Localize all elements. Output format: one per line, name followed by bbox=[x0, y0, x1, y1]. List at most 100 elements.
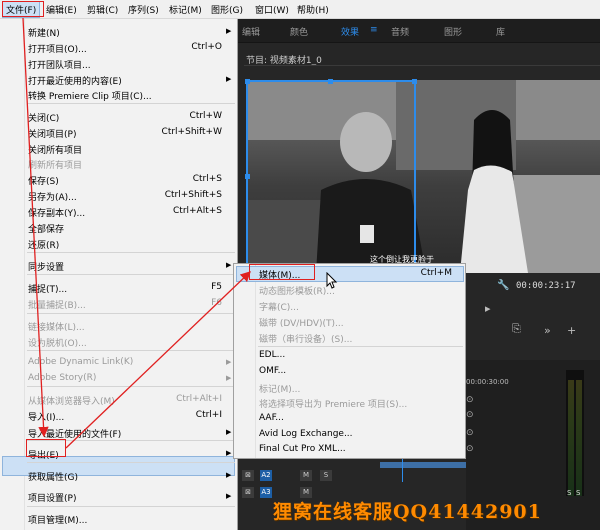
file-menu-item[interactable]: 同步设置 bbox=[28, 260, 64, 273]
export-frame-icon[interactable]: ⎘ bbox=[512, 322, 521, 336]
menu-shortcut: F6 bbox=[211, 298, 222, 308]
timeline-ruler[interactable]: 00:00:30:00 bbox=[466, 378, 509, 386]
meter-solo-right[interactable]: S bbox=[576, 489, 580, 497]
workspace-tabs: 编辑 颜色 效果 ≡ 音频 图形 库 bbox=[238, 19, 600, 43]
menu-shortcut: Ctrl+S bbox=[192, 174, 222, 184]
export-menu-item[interactable]: EDL... bbox=[259, 350, 285, 360]
audio-meter bbox=[566, 370, 584, 496]
file-menu-item[interactable]: 新建(N) bbox=[28, 26, 60, 39]
selection-bounding-box[interactable] bbox=[245, 79, 417, 273]
menu-clip[interactable]: 剪辑(C) bbox=[87, 3, 118, 16]
file-menu-item[interactable]: 打开团队项目... bbox=[28, 58, 91, 71]
file-menu-item[interactable]: 打开项目(O)... bbox=[28, 42, 87, 55]
export-menu-item[interactable]: Final Cut Pro XML... bbox=[259, 444, 346, 454]
file-menu-item[interactable]: Adobe Story(R) bbox=[28, 373, 96, 383]
submenu-arrow-icon: ▶ bbox=[226, 428, 232, 436]
track-target-a3[interactable]: A3 bbox=[260, 487, 272, 498]
menu-graphics[interactable]: 图形(G) bbox=[211, 3, 243, 16]
menu-separator bbox=[27, 313, 235, 314]
submenu-icon-column bbox=[234, 264, 256, 458]
audio-track-icon: ⊙ bbox=[466, 395, 474, 405]
timecode[interactable]: 00:00:23:17 bbox=[516, 281, 576, 291]
panel-divider bbox=[244, 65, 600, 66]
menu-lines-icon[interactable]: ≡ bbox=[370, 25, 378, 35]
resize-handle[interactable] bbox=[412, 79, 417, 84]
resize-handle[interactable] bbox=[245, 79, 250, 84]
menu-shortcut: Ctrl+W bbox=[189, 111, 222, 121]
tab-edit[interactable]: 编辑 bbox=[242, 25, 260, 38]
add-button-icon[interactable]: + bbox=[567, 324, 576, 337]
track-target-a2[interactable]: A2 bbox=[260, 470, 272, 481]
tab-library[interactable]: 库 bbox=[496, 25, 505, 38]
watermark-text: 狸窝在线客服QQ41442901 bbox=[273, 501, 542, 523]
submenu-arrow-icon: ▶ bbox=[226, 449, 232, 457]
menu-shortcut: F5 bbox=[211, 282, 222, 292]
file-menu-item[interactable]: 保存(S) bbox=[28, 174, 59, 187]
export-menu-item[interactable]: Avid Log Exchange... bbox=[259, 429, 353, 439]
file-menu-item[interactable]: 全部保存 bbox=[28, 222, 64, 235]
file-menu-item[interactable]: 从媒体浏览器导入(M) bbox=[28, 394, 115, 407]
menu-markers[interactable]: 标记(M) bbox=[169, 3, 202, 16]
annotation-box-media bbox=[249, 264, 315, 280]
file-menu-item[interactable]: 还原(R) bbox=[28, 238, 59, 251]
menu-edit[interactable]: 编辑(E) bbox=[46, 3, 77, 16]
file-menu-item[interactable]: 获取属性(G) bbox=[28, 470, 78, 483]
menu-window[interactable]: 窗口(W) bbox=[255, 3, 289, 16]
file-menu-item[interactable]: 保存副本(Y)... bbox=[28, 206, 85, 219]
menu-shortcut: Ctrl+Alt+S bbox=[173, 206, 222, 216]
tab-graphics[interactable]: 图形 bbox=[444, 25, 462, 38]
menu-icon-column bbox=[0, 19, 25, 530]
file-menu-item[interactable]: 项目管理(M)... bbox=[28, 513, 87, 526]
solo-button[interactable]: S bbox=[320, 470, 332, 481]
file-menu-item[interactable]: 关闭(C) bbox=[28, 111, 59, 124]
file-menu-item[interactable]: 转换 Premiere Clip 项目(C)... bbox=[28, 89, 152, 102]
file-menu-item[interactable]: 关闭所有项目 bbox=[28, 143, 82, 156]
menu-separator bbox=[27, 350, 235, 351]
submenu-arrow-icon: ▶ bbox=[226, 358, 232, 366]
export-menu-item[interactable]: 字幕(C)... bbox=[259, 300, 299, 313]
menu-shortcut: Ctrl+O bbox=[191, 42, 222, 52]
file-menu-item[interactable]: 打开最近使用的内容(E) bbox=[28, 74, 122, 87]
export-menu-item[interactable]: 标记(M)... bbox=[259, 382, 300, 395]
lock-icon[interactable]: ⊠ bbox=[242, 487, 254, 498]
mute-button[interactable]: M bbox=[300, 470, 312, 481]
file-menu-item[interactable]: 导入(I)... bbox=[28, 410, 64, 423]
tab-color[interactable]: 颜色 bbox=[290, 25, 308, 38]
file-menu-item[interactable]: Adobe Dynamic Link(K) bbox=[28, 357, 133, 367]
wrench-icon[interactable]: 🔧 bbox=[497, 280, 509, 291]
file-menu-item[interactable]: 批量捕捉(B)... bbox=[28, 298, 86, 311]
menu-sequence[interactable]: 序列(S) bbox=[128, 3, 159, 16]
file-menu-item[interactable]: 另存为(A)... bbox=[28, 190, 77, 203]
export-menu-item[interactable]: 动态图形模板(R)... bbox=[259, 284, 335, 297]
export-menu-item[interactable]: 磁带 (DV/HDV)(T)... bbox=[259, 316, 344, 329]
file-menu-item[interactable]: 项目设置(P) bbox=[28, 491, 76, 504]
file-menu-item[interactable]: 设为脱机(O)... bbox=[28, 336, 87, 349]
menu-shortcut: Ctrl+Shift+S bbox=[164, 190, 222, 200]
menu-separator bbox=[27, 506, 235, 507]
tab-effects[interactable]: 效果 bbox=[341, 25, 359, 38]
export-menu-item[interactable]: AAF... bbox=[259, 413, 284, 423]
menu-shortcut: Ctrl+M bbox=[420, 268, 452, 278]
menu-separator bbox=[27, 252, 235, 253]
mouse-cursor-icon bbox=[326, 272, 338, 289]
file-menu-item[interactable]: 关闭项目(P) bbox=[28, 127, 76, 140]
export-menu-item[interactable]: OMF... bbox=[259, 366, 286, 376]
resize-handle[interactable] bbox=[245, 174, 250, 179]
timeline-clip[interactable] bbox=[380, 462, 466, 468]
step-icon[interactable]: ▸ bbox=[485, 302, 491, 315]
meter-bar-left bbox=[568, 380, 574, 496]
audio-track-icon: ⊙ bbox=[466, 444, 474, 454]
menu-help[interactable]: 帮助(H) bbox=[297, 3, 329, 16]
meter-solo-left[interactable]: S bbox=[567, 489, 571, 497]
resize-handle[interactable] bbox=[328, 79, 333, 84]
export-menu-item[interactable]: 磁带（串行设备）(S)... bbox=[259, 332, 352, 345]
file-menu-item[interactable]: 链接媒体(L)... bbox=[28, 320, 85, 333]
submenu-arrow-icon: ▶ bbox=[226, 471, 232, 479]
settings-icon[interactable]: » bbox=[544, 324, 551, 337]
tab-audio[interactable]: 音频 bbox=[391, 25, 409, 38]
file-menu-item[interactable]: 捕捉(T)... bbox=[28, 282, 67, 295]
file-menu-item[interactable]: 刷新所有项目 bbox=[28, 158, 82, 171]
lock-icon[interactable]: ⊠ bbox=[242, 470, 254, 481]
menu-shortcut: Ctrl+Shift+W bbox=[161, 127, 222, 137]
export-menu-item[interactable]: 将选择项导出为 Premiere 项目(S)... bbox=[259, 397, 407, 410]
